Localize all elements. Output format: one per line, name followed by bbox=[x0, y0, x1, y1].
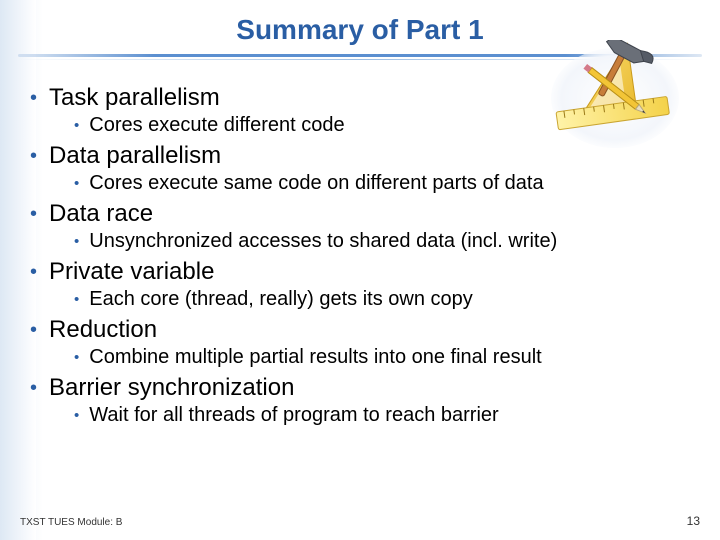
list-subitem: • Each core (thread, really) gets its ow… bbox=[74, 288, 700, 312]
bullet-list: • Task parallelism • Cores execute diffe… bbox=[30, 80, 700, 428]
list-subitem-text: Cores execute same code on different par… bbox=[89, 172, 543, 195]
bullet-icon: • bbox=[30, 258, 37, 286]
list-subitem-text: Each core (thread, really) gets its own … bbox=[89, 288, 473, 311]
list-item: • Reduction bbox=[30, 316, 700, 344]
slide-number: 13 bbox=[687, 514, 700, 528]
list-subitem: • Cores execute same code on different p… bbox=[74, 172, 700, 196]
bullet-icon: • bbox=[74, 288, 79, 312]
list-item-text: Data parallelism bbox=[49, 142, 221, 170]
list-subitem: • Wait for all threads of program to rea… bbox=[74, 404, 700, 428]
list-item-text: Barrier synchronization bbox=[49, 374, 294, 402]
list-item: • Data race bbox=[30, 200, 700, 228]
list-item: • Task parallelism bbox=[30, 84, 700, 112]
bullet-icon: • bbox=[30, 200, 37, 228]
bullet-icon: • bbox=[30, 84, 37, 112]
bullet-icon: • bbox=[30, 316, 37, 344]
list-item-text: Data race bbox=[49, 200, 153, 228]
bullet-icon: • bbox=[74, 230, 79, 254]
slide: Summary of Part 1 bbox=[0, 0, 720, 540]
bullet-icon: • bbox=[74, 404, 79, 428]
list-item: • Barrier synchronization bbox=[30, 374, 700, 402]
list-item-text: Private variable bbox=[49, 258, 214, 286]
bullet-icon: • bbox=[74, 114, 79, 138]
list-subitem: • Unsynchronized accesses to shared data… bbox=[74, 230, 700, 254]
list-subitem-text: Wait for all threads of program to reach… bbox=[89, 404, 498, 427]
bullet-icon: • bbox=[74, 172, 79, 196]
bullet-icon: • bbox=[30, 142, 37, 170]
bullet-icon: • bbox=[30, 374, 37, 402]
list-subitem: • Cores execute different code bbox=[74, 114, 700, 138]
list-subitem-text: Unsynchronized accesses to shared data (… bbox=[89, 230, 557, 253]
list-item-text: Task parallelism bbox=[49, 84, 220, 112]
list-subitem-text: Combine multiple partial results into on… bbox=[89, 346, 541, 369]
list-item: • Data parallelism bbox=[30, 142, 700, 170]
list-subitem-text: Cores execute different code bbox=[89, 114, 344, 137]
list-subitem: • Combine multiple partial results into … bbox=[74, 346, 700, 370]
list-item-text: Reduction bbox=[49, 316, 157, 344]
list-item: • Private variable bbox=[30, 258, 700, 286]
bullet-icon: • bbox=[74, 346, 79, 370]
footer-module-label: TXST TUES Module: B bbox=[20, 517, 122, 528]
